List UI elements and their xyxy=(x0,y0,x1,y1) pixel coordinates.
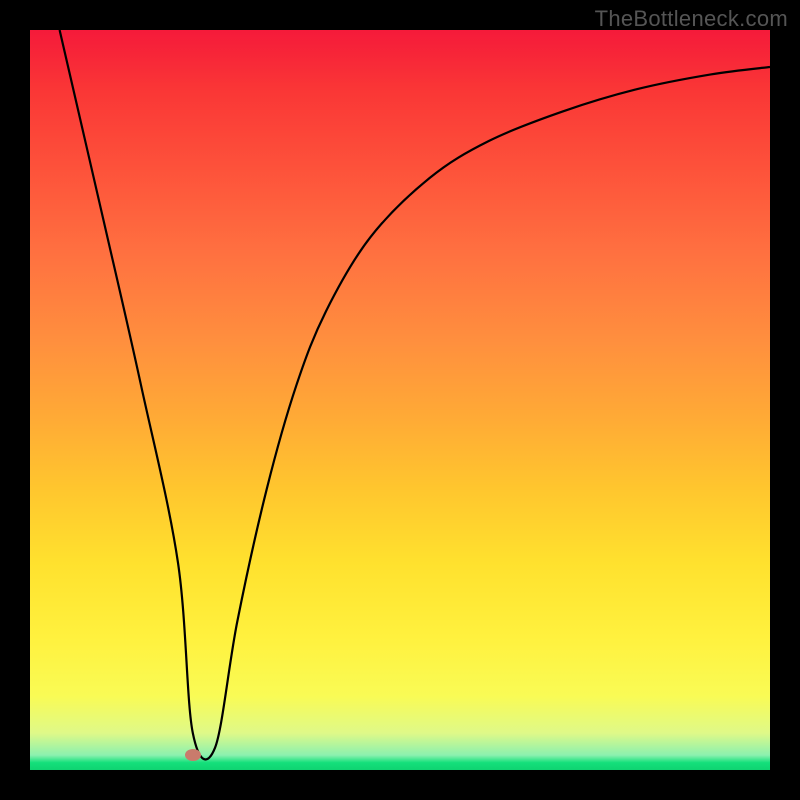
bottleneck-curve xyxy=(30,30,770,770)
chart-frame: TheBottleneck.com xyxy=(0,0,800,800)
watermark-text: TheBottleneck.com xyxy=(595,6,788,32)
curve-path xyxy=(60,30,770,759)
plot-area xyxy=(30,30,770,770)
optimal-point-marker xyxy=(185,749,201,761)
